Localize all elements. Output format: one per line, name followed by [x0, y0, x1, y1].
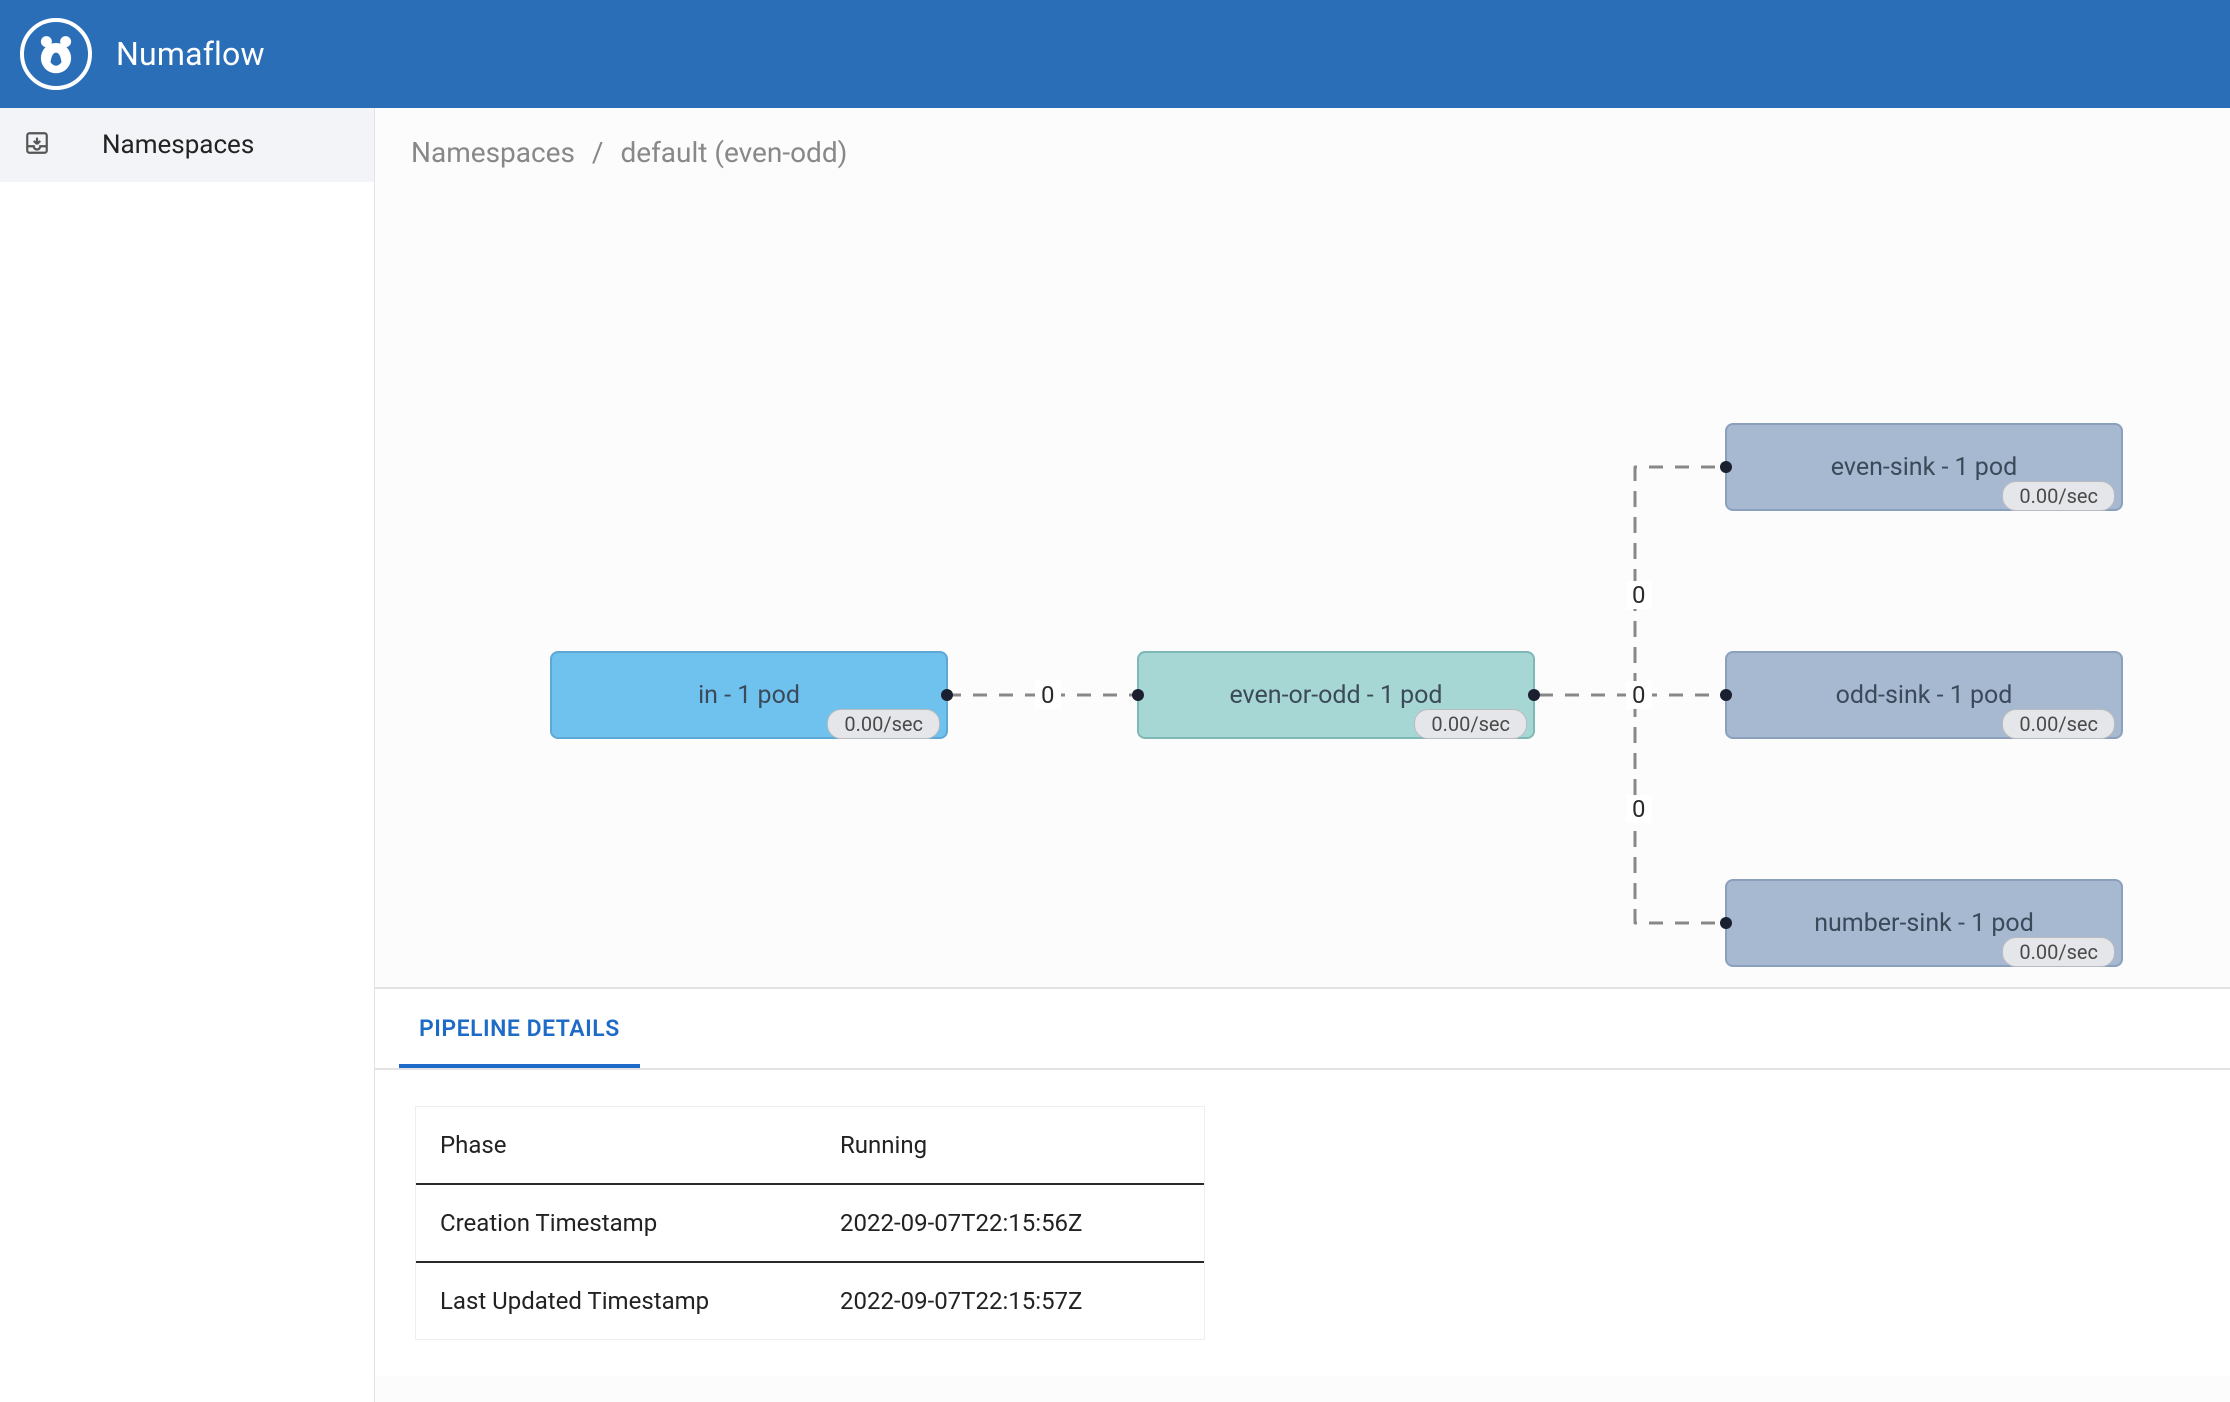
edges-layer — [375, 197, 2230, 987]
node-rate-badge: 0.00/sec — [1414, 709, 1527, 739]
graph-node-odd-sink[interactable]: odd-sink - 1 pod 0.00/sec — [1725, 651, 2123, 739]
detail-value: 2022-09-07T22:15:57Z — [840, 1287, 1180, 1315]
edge-label: 0 — [1626, 681, 1652, 709]
app-logo-icon — [20, 18, 92, 90]
port-in[interactable] — [1132, 689, 1144, 701]
breadcrumb-current: default (even-odd) — [620, 136, 847, 169]
port-out[interactable] — [1528, 689, 1540, 701]
detail-key: Phase — [440, 1131, 840, 1159]
node-rate-badge: 0.00/sec — [2002, 709, 2115, 739]
sidebar-item-label: Namespaces — [102, 130, 254, 160]
sidebar-item-namespaces[interactable]: Namespaces — [0, 108, 374, 182]
pipeline-graph[interactable]: 0 0 0 0 in - 1 pod 0.00/sec even-or-odd … — [375, 197, 2230, 987]
port-in[interactable] — [1720, 689, 1732, 701]
table-row: Creation Timestamp 2022-09-07T22:15:56Z — [416, 1185, 1204, 1263]
node-label: even-or-odd - 1 pod — [1229, 681, 1442, 710]
logo[interactable]: Numaflow — [20, 18, 265, 90]
topbar: Numaflow — [0, 0, 2230, 108]
node-rate-badge: 0.00/sec — [2002, 481, 2115, 511]
port-in[interactable] — [1720, 917, 1732, 929]
content: Namespaces / default (even-odd) 0 0 0 — [375, 108, 2230, 1402]
edge-label: 0 — [1626, 581, 1652, 609]
details-panel: PIPELINE DETAILS Phase Running Creation … — [375, 987, 2230, 1376]
node-rate-badge: 0.00/sec — [2002, 937, 2115, 967]
bear-icon — [34, 32, 78, 76]
breadcrumb: Namespaces / default (even-odd) — [375, 108, 2230, 197]
port-out[interactable] — [941, 689, 953, 701]
tab-pipeline-details[interactable]: PIPELINE DETAILS — [399, 989, 640, 1068]
tab-row: PIPELINE DETAILS — [375, 989, 2230, 1070]
sidebar: Namespaces — [0, 108, 375, 1402]
graph-node-number-sink[interactable]: number-sink - 1 pod 0.00/sec — [1725, 879, 2123, 967]
breadcrumb-separator: / — [592, 136, 604, 169]
inbox-down-icon — [24, 130, 50, 160]
detail-key: Last Updated Timestamp — [440, 1287, 840, 1315]
details-table: Phase Running Creation Timestamp 2022-09… — [415, 1106, 1205, 1340]
graph-node-even-sink[interactable]: even-sink - 1 pod 0.00/sec — [1725, 423, 2123, 511]
detail-key: Creation Timestamp — [440, 1209, 840, 1237]
node-label: even-sink - 1 pod — [1831, 453, 2017, 482]
details-body: Phase Running Creation Timestamp 2022-09… — [375, 1070, 2230, 1376]
detail-value: 2022-09-07T22:15:56Z — [840, 1209, 1180, 1237]
edge-label: 0 — [1626, 795, 1652, 823]
node-label: odd-sink - 1 pod — [1836, 681, 2013, 710]
breadcrumb-root[interactable]: Namespaces — [411, 136, 575, 169]
graph-node-in[interactable]: in - 1 pod 0.00/sec — [550, 651, 948, 739]
edge-label: 0 — [1035, 681, 1061, 709]
node-rate-badge: 0.00/sec — [827, 709, 940, 739]
graph-node-even-or-odd[interactable]: even-or-odd - 1 pod 0.00/sec — [1137, 651, 1535, 739]
app-title: Numaflow — [116, 35, 265, 73]
detail-value: Running — [840, 1131, 1180, 1159]
node-label: in - 1 pod — [698, 681, 800, 710]
node-label: number-sink - 1 pod — [1814, 909, 2034, 938]
table-row: Last Updated Timestamp 2022-09-07T22:15:… — [416, 1263, 1204, 1339]
table-row: Phase Running — [416, 1107, 1204, 1185]
port-in[interactable] — [1720, 461, 1732, 473]
